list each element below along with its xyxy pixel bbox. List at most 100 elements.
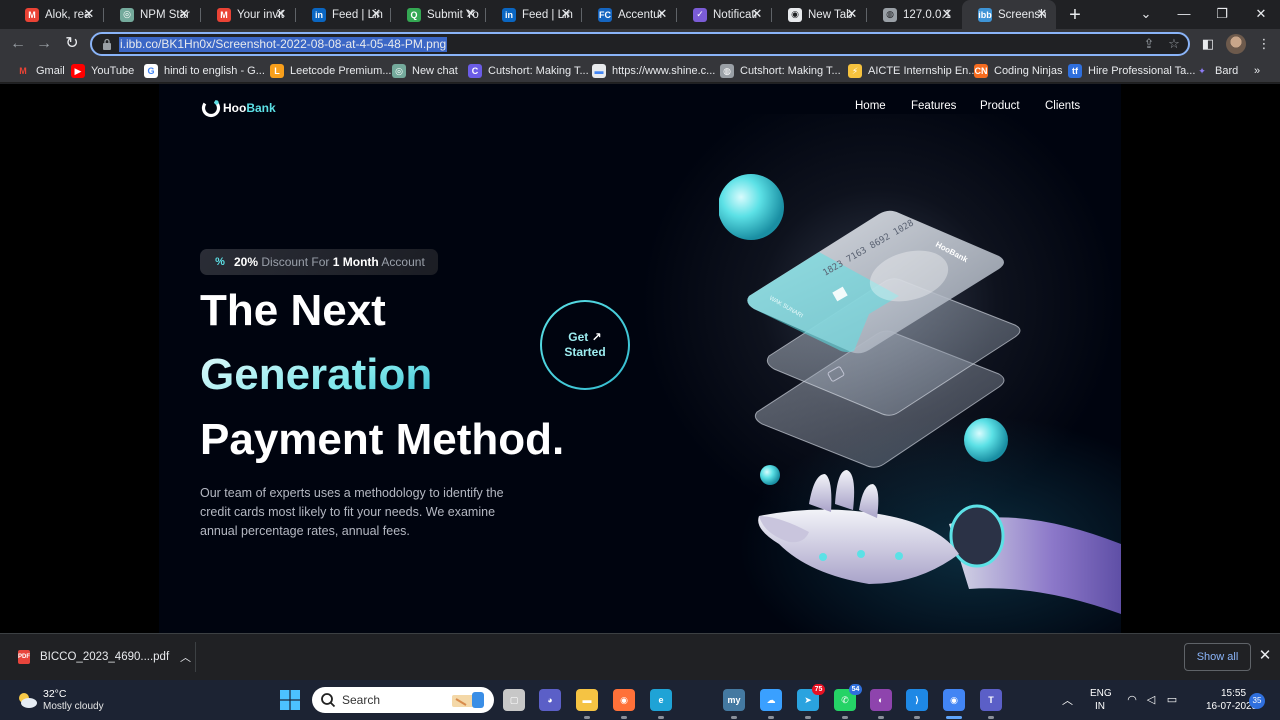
nav-home[interactable]: Home [855,100,886,112]
show-all-downloads-button[interactable]: Show all [1184,643,1251,671]
taskbar-search-box[interactable]: Search [312,687,494,713]
close-tab-icon[interactable]: ✕ [749,6,765,22]
bookmark-item[interactable]: C Cutshort: Making T... [468,63,589,79]
browser-tab[interactable]: ◍ 127.0.0.1 ✕ [867,0,961,29]
gmail-icon: M [25,7,39,22]
mysql-icon[interactable]: my [723,689,745,711]
app-glyph: T [988,695,994,705]
close-window-icon[interactable]: ✕ [1241,3,1280,25]
close-download-shelf-icon[interactable]: ✕ [1258,647,1272,665]
browser-tab[interactable]: ibb Screensh ✕ [962,0,1056,29]
discord-icon[interactable]: ◐ [870,689,892,711]
search-highlight-art-icon [452,692,484,708]
address-bar[interactable]: i.ibb.co/BK1Hn0x/Screenshot-2022-08-08-a… [90,32,1190,56]
close-tab-icon[interactable]: ✕ [463,6,479,22]
firefox-icon[interactable]: ◉ [613,689,635,711]
unstop-icon: ✓ [693,7,707,22]
download-item[interactable]: PDF BICCO_2023_4690....pdf ︿ [10,642,196,672]
browser-tab[interactable]: in Feed | Lin ✕ [296,0,390,29]
browser-tab[interactable]: ◎ NPM Star ✕ [104,0,198,29]
weather-app-icon[interactable]: ☁ [760,689,782,711]
task-view-icon[interactable]: ▢ [503,689,525,711]
whatsapp-icon[interactable]: ✆ 54 [834,684,862,711]
close-tab-icon[interactable]: ✕ [939,6,955,22]
bookmark-item[interactable]: ▶ YouTube [71,63,134,79]
nav-product[interactable]: Product [980,100,1020,112]
browser-toolbar: ← → ↻ i.ibb.co/BK1Hn0x/Screenshot-2022-0… [0,29,1280,59]
back-button[interactable]: ← [7,33,29,55]
edge-icon[interactable]: e [650,689,672,711]
get-started-button[interactable]: Get ↗ Started [540,300,630,390]
minimize-icon[interactable]: — [1164,3,1204,25]
bookmark-item[interactable]: ◎ New chat [392,63,458,79]
bookmark-item[interactable]: ▬ https://www.shine.c... [592,63,715,79]
windows-start-icon[interactable] [280,690,300,710]
bookmark-item[interactable]: tf Hire Professional Ta... [1068,63,1195,79]
reload-button[interactable]: ↻ [61,33,83,55]
chevron-up-icon[interactable]: ︿ [180,649,191,665]
chrome-icon[interactable]: ◉ [943,689,965,711]
bookmark-item[interactable]: L Leetcode Premium... [270,63,392,79]
orb-small [760,465,780,485]
wifi-icon[interactable]: ◠ [1124,693,1140,707]
volume-icon[interactable]: ◁ [1143,693,1159,707]
bookmark-star-icon[interactable]: ☆ [1166,36,1182,52]
weather-cloud-icon[interactable] [16,690,38,710]
maximize-icon[interactable]: ❐ [1202,3,1242,25]
profile-avatar[interactable] [1226,34,1246,54]
clock-time[interactable]: 15:55 [1221,688,1246,699]
browser-tab[interactable]: FC Accentur ✕ [582,0,676,29]
share-icon[interactable]: ⇪ [1141,36,1157,52]
site-logo[interactable]: HooBank [201,98,276,118]
close-tab-icon[interactable]: ✕ [81,6,97,22]
bookmarks-bar: » M Gmail ▶ YouTube Ghindi to english - G...… [0,59,1280,83]
url-text[interactable]: i.ibb.co/BK1Hn0x/Screenshot-2022-08-08-a… [119,37,448,52]
vscode-icon[interactable]: ⟩ [906,689,928,711]
language-region[interactable]: IN [1095,701,1105,712]
bookmark-item[interactable]: CN Coding Ninjas [974,63,1062,79]
hero-illustration: 1823 7163 8692 1028 WAK SUNARI HooBank [719,174,1121,614]
close-tab-icon[interactable]: ✕ [368,6,384,22]
close-tab-icon[interactable]: ✕ [654,6,670,22]
bookmark-item[interactable]: ✦ Bard [1195,63,1238,79]
close-tab-icon[interactable]: ✕ [558,6,574,22]
telegram-icon[interactable]: ➤ 75 [797,684,825,711]
weather-description[interactable]: Mostly cloudy [43,701,104,712]
close-tab-icon[interactable]: ✕ [844,6,860,22]
battery-icon[interactable]: ▭ [1164,693,1180,707]
weather-temperature[interactable]: 32°C [43,688,66,700]
bookmark-label: YouTube [91,65,135,77]
nav-features[interactable]: Features [911,100,956,112]
tab-search-icon[interactable]: ⌄ [1126,3,1166,25]
codingninjas-icon: CN [974,64,988,78]
browser-tab[interactable]: M Your invit ✕ [201,0,295,29]
close-tab-icon[interactable]: ✕ [273,6,289,22]
forward-button[interactable]: → [33,33,55,55]
close-tab-icon[interactable]: ✕ [1034,6,1050,22]
tab-strip: M Alok, rea ✕ ◎ NPM Star ✕ M Your invit ✕ in Feed … [0,0,1280,29]
browser-tab[interactable]: in Feed | Lin ✕ [486,0,580,29]
bookmark-item[interactable]: Ghindi to english - G... [144,63,265,79]
bookmark-item[interactable]: M Gmail [16,63,64,79]
teams-chat-icon[interactable]: ◕ [539,689,561,711]
windows-taskbar: 32°C Mostly cloudy Search ︿ ENG IN ◠ ◁ ▭… [0,680,1280,720]
bookmark-item[interactable]: ◍ Cutshort: Making T... [720,63,841,79]
pdf-file-icon: PDF [18,650,30,664]
bookmarks-overflow-icon[interactable]: » [1254,63,1260,79]
teams-icon[interactable]: T [980,689,1002,711]
more-menu-icon[interactable]: ⋮ [1254,34,1274,54]
browser-tab[interactable]: ◉ New Tab ✕ [772,0,866,29]
browser-tab[interactable]: Q Submit Yo ✕ [391,0,485,29]
file-explorer-icon[interactable]: ▬ [576,689,598,711]
close-tab-icon[interactable]: ✕ [176,6,192,22]
browser-tab[interactable]: ✓ Notificati ✕ [677,0,771,29]
system-tray-expand-icon[interactable]: ︿ [1062,692,1073,708]
bookmark-item[interactable]: ⚡ AICTE Internship En... [848,63,977,79]
notification-count-badge[interactable]: 35 [1249,693,1265,709]
side-panel-icon[interactable]: ◧ [1198,34,1218,54]
new-tab-button[interactable]: + [1064,4,1086,26]
browser-tab[interactable]: M Alok, rea ✕ [9,0,103,29]
nav-clients[interactable]: Clients [1045,100,1080,112]
language-indicator[interactable]: ENG [1090,688,1112,699]
bookmark-label: https://www.shine.c... [612,65,716,77]
